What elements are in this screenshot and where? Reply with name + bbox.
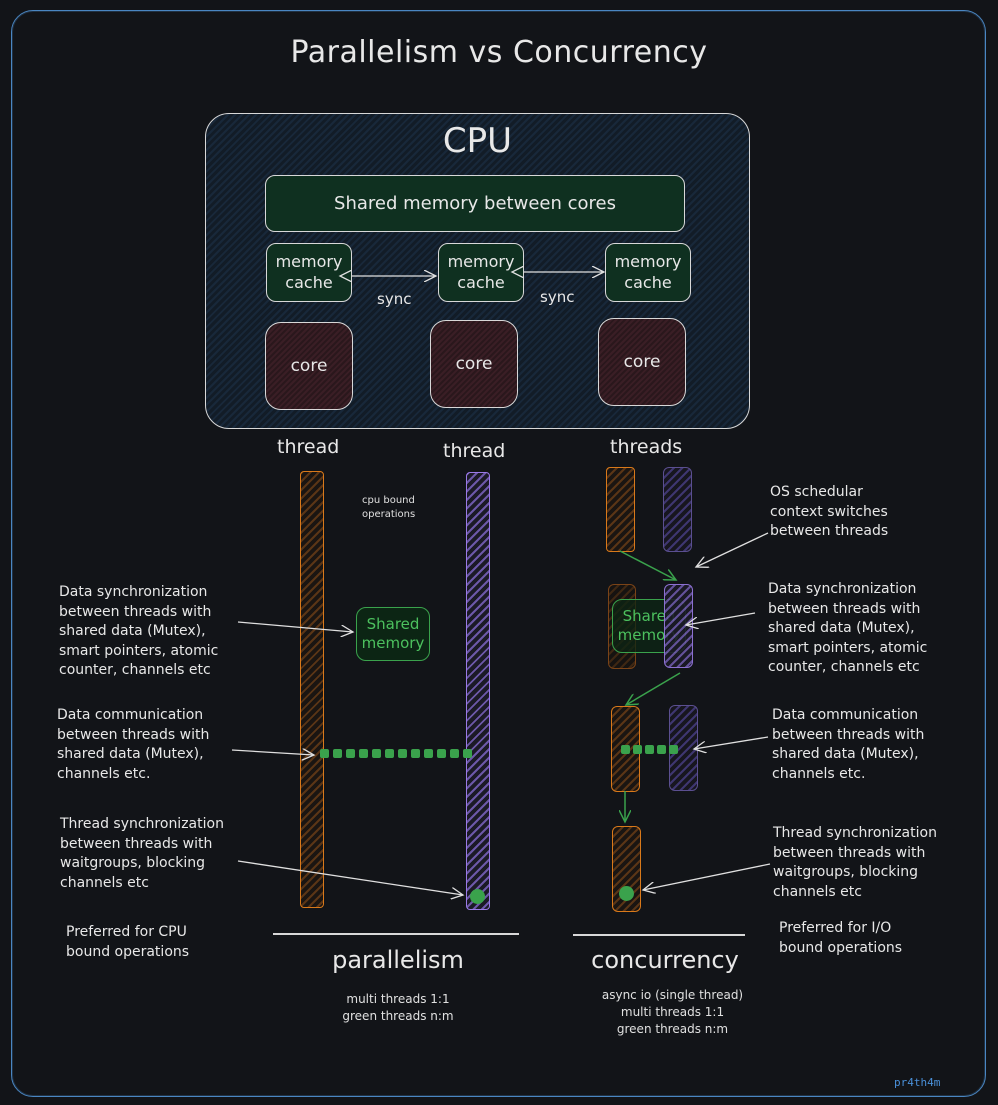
concurrent-data-sync-arrow [686, 612, 756, 625]
arrows-layer [231, 0, 771, 1105]
concurrent-data-comm-arrow [694, 736, 769, 749]
switch-arrow-1 [619, 550, 676, 580]
scheduler-arrow [696, 532, 769, 567]
parallel-data-sync-arrow [237, 621, 353, 632]
parallel-thread-sync-arrow [237, 860, 463, 895]
parallel-data-comm-arrow [231, 750, 314, 755]
switch-arrow-2 [626, 672, 681, 705]
concurrent-thread-sync-arrow [643, 863, 771, 890]
